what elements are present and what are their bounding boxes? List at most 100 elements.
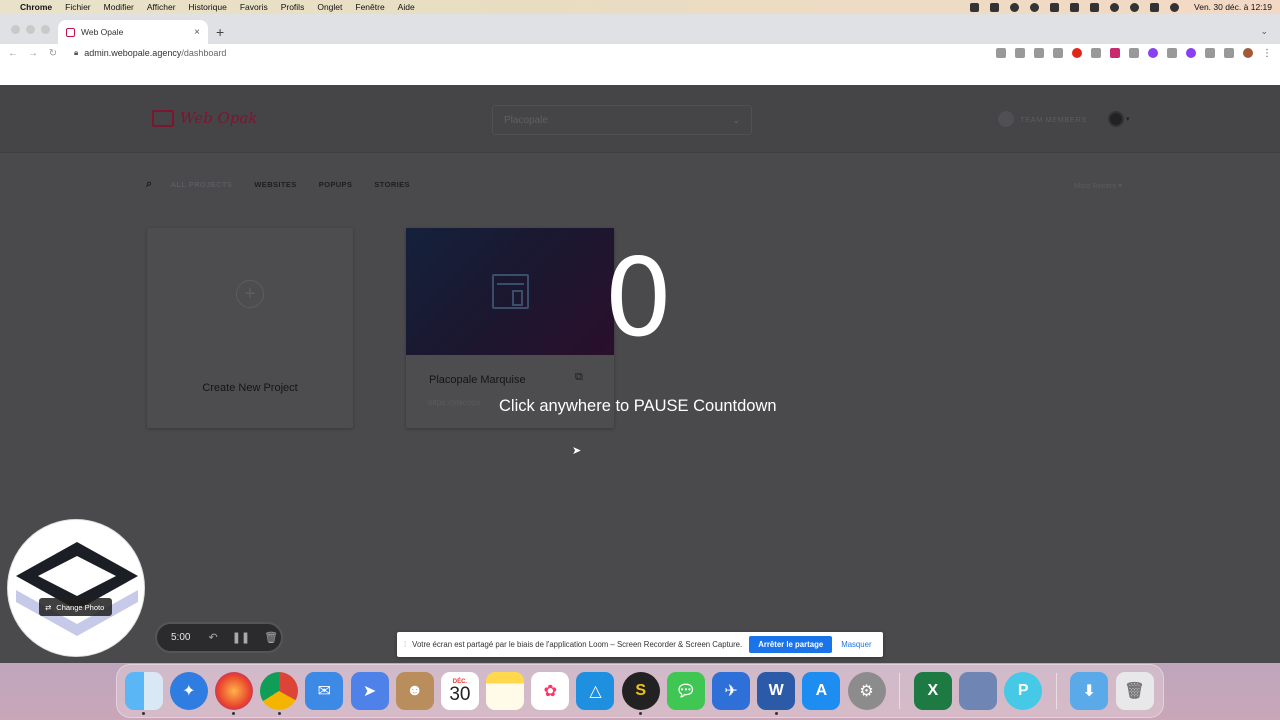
pause-icon[interactable]: ❚❚ — [232, 631, 250, 644]
word-icon[interactable]: W — [757, 672, 796, 715]
menubar-clock[interactable]: Ven. 30 déc. à 12:19 — [1194, 2, 1272, 12]
change-photo-button[interactable]: ⇄ Change Photo — [39, 598, 112, 616]
cloud-app-icon[interactable]: P — [1004, 672, 1043, 710]
color-extension-icon[interactable] — [1148, 48, 1158, 58]
contacts-icon[interactable]: ☻ — [395, 672, 434, 710]
mail-extension-icon[interactable] — [1110, 48, 1120, 58]
window-controls — [11, 25, 50, 34]
photos-icon[interactable]: ✿ — [531, 672, 570, 710]
dashboard-page[interactable]: Web Opak Placopale ⌄ TEAM MEMBERS ▾ ⌕ AL… — [0, 85, 1280, 663]
filter-all-projects[interactable]: ALL PROJECTS — [171, 180, 233, 189]
zoom-window-button[interactable] — [41, 25, 50, 34]
menu-afficher[interactable]: Afficher — [147, 2, 176, 12]
pause-countdown-hint[interactable]: Click anywhere to PAUSE Countdown — [499, 397, 777, 416]
menu-profils[interactable]: Profils — [281, 2, 305, 12]
camera-extension-icon[interactable] — [1129, 48, 1139, 58]
filter-stories[interactable]: STORIES — [374, 180, 410, 189]
firefox-icon[interactable] — [214, 672, 253, 715]
app-store-icon[interactable]: A — [802, 672, 841, 710]
project-url[interactable]: https://placopa — [428, 398, 480, 407]
filter-websites[interactable]: WEBSITES — [254, 180, 296, 189]
external-link-icon[interactable]: ⧉ — [575, 371, 583, 384]
dock-separator — [899, 673, 901, 709]
menu-dots-icon[interactable]: ⋮ — [1262, 48, 1272, 59]
user-menu[interactable]: ▾ — [1108, 111, 1130, 127]
downloads-folder-icon[interactable]: ⬇ — [1070, 672, 1109, 710]
menu-aide[interactable]: Aide — [398, 2, 415, 12]
back-icon[interactable]: ← — [8, 48, 18, 59]
excel-icon[interactable]: X — [913, 672, 952, 710]
scrivener-icon[interactable]: S — [621, 672, 660, 715]
mail-icon[interactable]: ✉ — [305, 672, 344, 710]
extension-icon[interactable] — [1091, 48, 1101, 58]
web-opale-logo[interactable]: Web Opak — [152, 109, 257, 127]
profile-avatar[interactable] — [1243, 48, 1253, 58]
sidebar-icon[interactable] — [1224, 48, 1234, 58]
preview-icon[interactable] — [958, 672, 997, 710]
airmail-icon[interactable]: ✈ — [712, 672, 751, 710]
safari-icon[interactable]: ✦ — [169, 672, 208, 710]
recording-timer: 5:00 — [171, 632, 191, 643]
create-project-label: Create New Project — [202, 382, 298, 394]
bluetooth-icon[interactable] — [1070, 2, 1080, 12]
menu-fenetre[interactable]: Fenêtre — [355, 2, 384, 12]
close-window-button[interactable] — [11, 25, 20, 34]
mouse-cursor-icon: ➤ — [572, 445, 582, 457]
trash-icon[interactable]: 🗑︎ — [264, 631, 278, 644]
puzzle-icon[interactable] — [1205, 48, 1215, 58]
drag-handle-icon[interactable]: ⁞ — [404, 640, 406, 649]
stop-sharing-button[interactable]: Arrêter le partage — [749, 636, 833, 653]
search-icon[interactable]: ⌕ — [146, 178, 153, 191]
affinity-icon[interactable]: △ — [576, 672, 615, 710]
wifi-icon[interactable] — [1090, 2, 1100, 12]
address-bar[interactable]: 🔒︎ admin.webopale.agency/dashboard — [74, 48, 226, 58]
menu-app-name[interactable]: Chrome — [20, 2, 52, 12]
project-select[interactable]: Placopale ⌄ — [492, 105, 752, 135]
trash-icon[interactable]: 🗑︎ — [1115, 672, 1154, 710]
forward-icon[interactable]: → — [28, 48, 38, 59]
share-icon[interactable] — [1034, 48, 1044, 58]
calendar-icon[interactable]: DÉC. 30 — [440, 672, 479, 710]
microphone-icon[interactable] — [970, 2, 980, 12]
reload-icon[interactable]: ↻ — [48, 48, 58, 59]
tab-search-icon[interactable]: ⌄ — [1260, 26, 1268, 37]
minimize-window-button[interactable] — [26, 25, 35, 34]
undo-icon[interactable]: ↶ — [208, 631, 217, 644]
user-icon[interactable] — [1110, 2, 1120, 12]
sort-dropdown[interactable]: Most Recent ▾ — [1074, 181, 1122, 190]
menu-onglet[interactable]: Onglet — [317, 2, 342, 12]
volume-icon[interactable] — [1050, 2, 1060, 12]
menu-historique[interactable]: Historique — [189, 2, 227, 12]
key-icon[interactable] — [1015, 48, 1025, 58]
loom-camera-bubble[interactable] — [7, 519, 145, 657]
hide-button[interactable]: Masquer — [841, 640, 871, 649]
countdown-number: 0 — [604, 236, 673, 361]
finder-icon[interactable] — [124, 672, 163, 715]
browser-tab[interactable]: Web Opale × — [58, 20, 208, 44]
chrome-icon[interactable] — [260, 672, 299, 715]
tab-close-icon[interactable]: × — [194, 27, 200, 38]
menu-modifier[interactable]: Modifier — [104, 2, 134, 12]
notes-icon[interactable] — [486, 672, 525, 710]
dropbox-icon[interactable] — [990, 2, 1000, 12]
spotlight-icon[interactable] — [1130, 2, 1140, 12]
gear-extension-icon[interactable] — [1186, 48, 1196, 58]
create-project-card[interactable]: + Create New Project — [147, 228, 353, 428]
loom-icon[interactable] — [1010, 2, 1020, 12]
new-tab-button[interactable]: + — [216, 24, 224, 40]
maps-icon[interactable]: ➤ — [350, 672, 389, 710]
project-thumbnail[interactable] — [406, 228, 614, 355]
control-center-icon[interactable] — [1150, 2, 1160, 12]
menu-favoris[interactable]: Favoris — [240, 2, 268, 12]
system-preferences-icon[interactable]: ⚙ — [847, 672, 886, 710]
menu-fichier[interactable]: Fichier — [65, 2, 91, 12]
creative-cloud-icon[interactable] — [1030, 2, 1040, 12]
messages-icon[interactable]: 💬︎ — [666, 672, 705, 710]
siri-icon[interactable] — [1170, 2, 1180, 12]
filter-popups[interactable]: POPUPS — [319, 180, 353, 189]
microphone-icon[interactable] — [996, 48, 1006, 58]
bookmark-star-icon[interactable] — [1053, 48, 1063, 58]
opera-extension-icon[interactable] — [1072, 48, 1082, 58]
link-extension-icon[interactable] — [1167, 48, 1177, 58]
team-members-button[interactable]: TEAM MEMBERS — [998, 111, 1087, 127]
